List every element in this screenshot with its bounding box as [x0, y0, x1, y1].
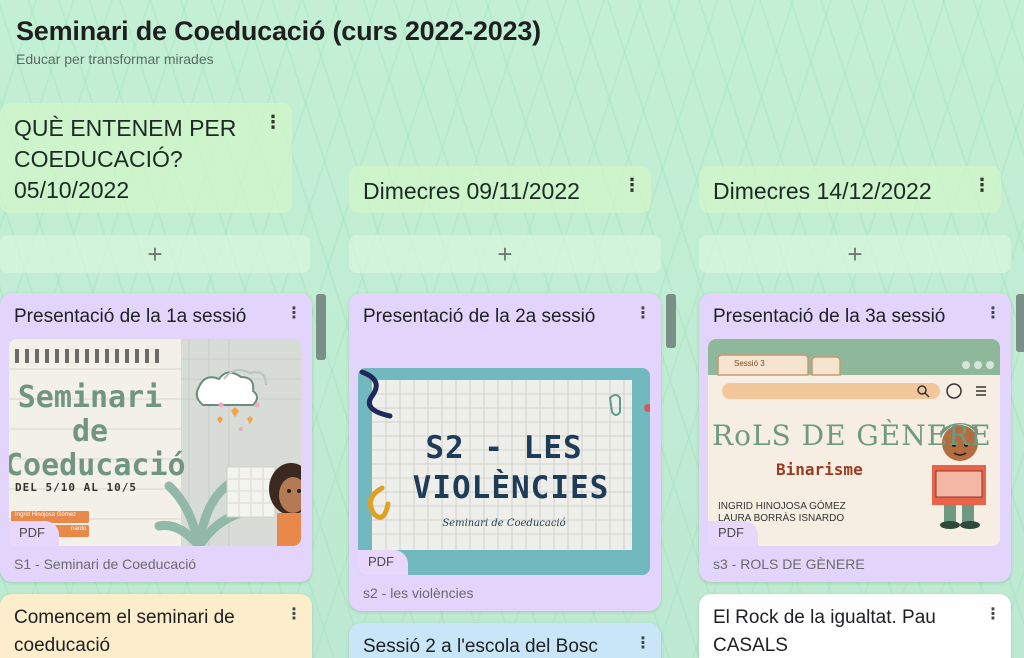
thumbnail-title: RoLS DE GÈNERE — [712, 419, 992, 452]
scrollbar-thumb[interactable] — [316, 294, 326, 360]
attachment-thumbnail[interactable]: Seminari de Coeducació DEL 5/10 AL 10/5 … — [9, 339, 301, 546]
post-card[interactable]: Comencem el seminari de coeducació ⋮ — [0, 594, 312, 658]
thumbnail-line: de — [71, 414, 109, 449]
browser-tab-label: Sessió 3 — [734, 359, 765, 368]
more-vert-icon[interactable]: ⋮ — [286, 604, 302, 624]
pdf-badge: PDF — [9, 521, 59, 546]
post-card[interactable]: El Rock de la igualtat. Pau CASALS ⋮ — [699, 594, 1011, 658]
thumbnail-line: VIOLÈNCIES — [412, 470, 610, 506]
thumbnail-author-tag: nardo — [71, 526, 87, 532]
plus-icon: + — [847, 238, 863, 269]
column-title: Dimecres 14/12/2022 — [713, 178, 932, 204]
column-header[interactable]: Dimecres 14/12/2022 ⋮ — [699, 166, 1001, 213]
post-title: El Rock de la igualtat. Pau CASALS — [713, 607, 936, 656]
scrollbar-thumb[interactable] — [1016, 294, 1024, 352]
column-header[interactable]: QUÈ ENTENEM PER COEDUCACIÓ? 05/10/2022 ⋮ — [0, 103, 292, 213]
post-card[interactable]: Sessió 2 a l'escola del Bosc ⋮ — [349, 623, 661, 658]
column-title: QUÈ ENTENEM PER COEDUCACIÓ? 05/10/2022 — [14, 115, 237, 203]
attachment-caption: S1 - Seminari de Coeducació — [14, 556, 197, 572]
thumbnail-text: Seminari de Coeducació — [9, 380, 186, 483]
column-2: Dimecres 09/11/2022 ⋮ + Presentació de l… — [349, 0, 661, 658]
author-line: INGRID HINOJOSA GÓMEZ — [718, 501, 846, 512]
attachment-thumbnail[interactable]: S2 - LES VIOLÈNCIES Seminari de Coeducac… — [358, 368, 650, 575]
more-vert-icon[interactable]: ⋮ — [985, 303, 1001, 323]
more-vert-icon[interactable]: ⋮ — [623, 176, 641, 194]
add-post-button[interactable]: + — [0, 235, 310, 273]
post-title: Sessió 2 a l'escola del Bosc — [363, 636, 598, 657]
thumbnail-line: Coeducació — [9, 448, 186, 483]
column-header[interactable]: Dimecres 09/11/2022 ⋮ — [349, 166, 651, 213]
thumbnail-author-tag: Ingrid Hinojosa Gómez — [15, 512, 77, 518]
thumbnail-line: S2 - LES — [425, 430, 583, 466]
post-title: Presentació de la 3a sessió — [713, 306, 946, 327]
pdf-badge: PDF — [358, 550, 408, 575]
thumbnail-line: Seminari — [17, 380, 163, 415]
add-post-button[interactable]: + — [699, 235, 1011, 273]
attachment-thumbnail[interactable]: Sessió 3 RoLS DE GÈNERE Binarisme INGRID… — [708, 339, 1000, 546]
plus-icon: + — [147, 238, 163, 269]
post-title: Presentació de la 2a sessió — [363, 306, 596, 327]
post-card[interactable]: Presentació de la 3a sessió ⋮ Sessió 3 R… — [699, 293, 1011, 582]
column-3: Dimecres 14/12/2022 ⋮ + Presentació de l… — [699, 0, 1011, 658]
column-title: Dimecres 09/11/2022 — [363, 178, 580, 204]
scrollbar-thumb[interactable] — [666, 294, 676, 348]
pdf-badge: PDF — [708, 521, 758, 546]
more-vert-icon[interactable]: ⋮ — [264, 113, 282, 131]
more-vert-icon[interactable]: ⋮ — [635, 303, 651, 323]
post-card[interactable]: Presentació de la 1a sessió ⋮ Seminari d… — [0, 293, 312, 582]
attachment-caption: s2 - les violències — [363, 585, 474, 601]
more-vert-icon[interactable]: ⋮ — [973, 176, 991, 194]
thumbnail-text: S2 - LES VIOLÈNCIES — [358, 428, 650, 508]
more-vert-icon[interactable]: ⋮ — [635, 633, 651, 653]
add-post-button[interactable]: + — [349, 235, 661, 273]
post-title: Presentació de la 1a sessió — [14, 306, 247, 327]
more-vert-icon[interactable]: ⋮ — [985, 604, 1001, 624]
post-title: Comencem el seminari de coeducació — [14, 607, 235, 656]
post-card[interactable]: Presentació de la 2a sessió ⋮ S2 - LES V… — [349, 293, 661, 611]
thumbnail-subtitle: Seminari de Coeducació — [442, 518, 566, 529]
plus-icon: + — [497, 238, 513, 269]
attachment-caption: s3 - ROLS DE GÈNERE — [713, 556, 865, 572]
more-vert-icon[interactable]: ⋮ — [286, 303, 302, 323]
thumbnail-dates: DEL 5/10 AL 10/5 — [15, 481, 137, 494]
thumbnail-subtitle: Binarisme — [776, 460, 863, 479]
column-1: QUÈ ENTENEM PER COEDUCACIÓ? 05/10/2022 ⋮… — [0, 0, 312, 658]
